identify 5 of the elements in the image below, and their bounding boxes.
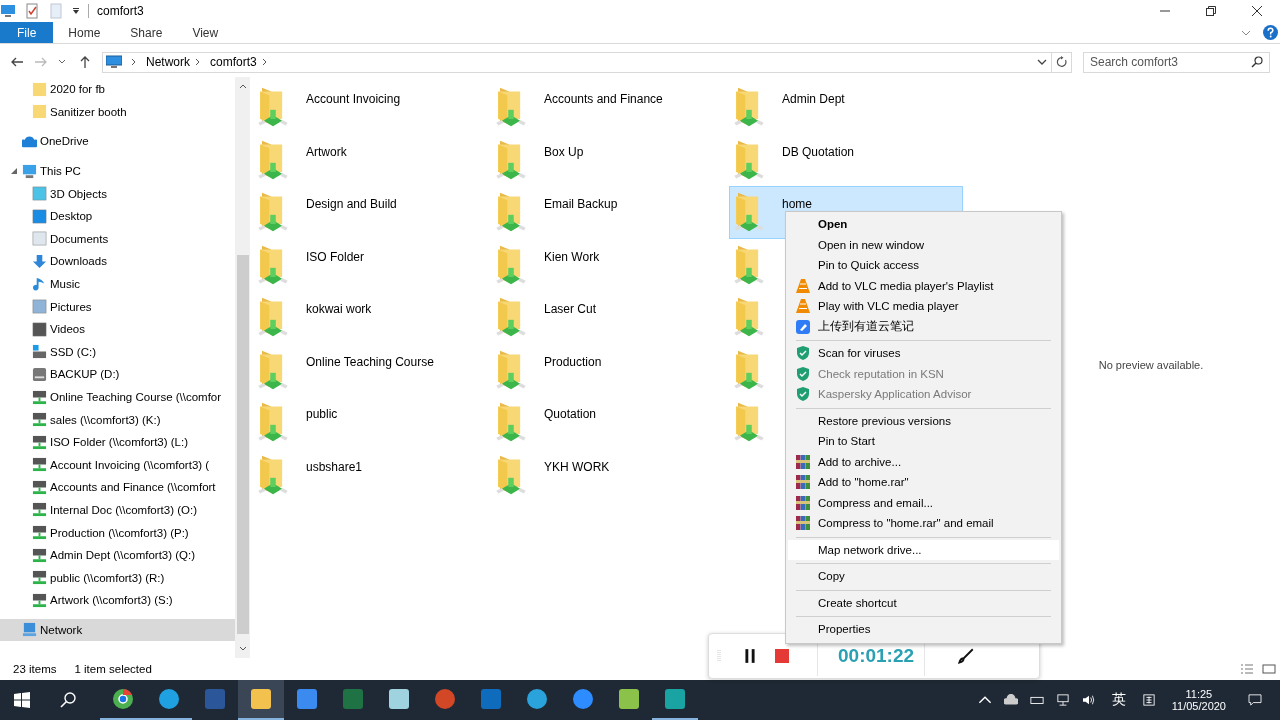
selection-count: 1 item selected xyxy=(74,663,152,675)
recording-timer: 00:01:22 xyxy=(838,645,915,667)
window-title: comfort3 xyxy=(97,4,144,18)
preview-message: No preview available. xyxy=(1098,359,1204,371)
item-count: 23 items xyxy=(13,663,57,675)
